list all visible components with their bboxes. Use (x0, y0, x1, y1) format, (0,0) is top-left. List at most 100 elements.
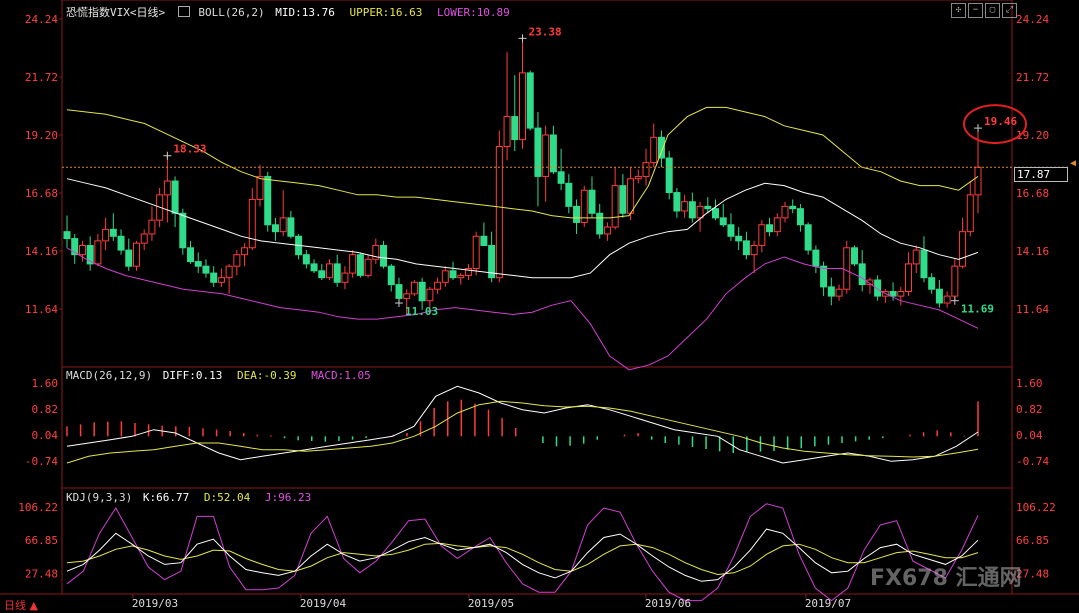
candle-body (395, 284, 403, 299)
candle (364, 254, 372, 278)
candle-body (542, 134, 550, 177)
candle-body (256, 175, 264, 200)
boll-mid-line (66, 178, 979, 279)
candle-body (472, 235, 480, 269)
candle (881, 289, 889, 304)
date-tick-label: 2019/07 (805, 597, 851, 610)
price-y-tick-right: 14.16 (1016, 245, 1049, 258)
candle (796, 204, 804, 232)
candle-body (233, 254, 241, 267)
price-annotation: 18.33 (173, 143, 206, 156)
candle-body (279, 217, 287, 233)
candle-body (850, 247, 858, 265)
date-tick-label: 2019/04 (300, 597, 347, 610)
period-selector[interactable]: 日线 ▲ (4, 597, 38, 613)
candle-body (225, 265, 233, 279)
candle (488, 231, 496, 283)
candle-body (766, 224, 774, 233)
candle (789, 199, 797, 214)
candle-body (912, 249, 920, 265)
candle (356, 252, 364, 278)
candle-body (673, 192, 681, 212)
candle (727, 213, 735, 241)
candle (781, 201, 789, 223)
candle-body (928, 277, 936, 290)
candle-body (588, 189, 596, 214)
candle (318, 263, 326, 280)
macd-y-tick-left: 0.04 (32, 429, 59, 442)
candle-body (187, 247, 195, 263)
candle-body (163, 180, 171, 196)
kdj-y-tick-right: 106.22 (1016, 501, 1056, 514)
candle (241, 243, 249, 267)
candle (503, 52, 511, 161)
candle-body (526, 72, 534, 129)
candle-body (634, 175, 642, 180)
boll-icon[interactable] (177, 6, 190, 17)
candle-body (325, 263, 333, 279)
kdj-panel-header: KDJ(9,3,3) K:66.77 D:52.04 J:96.23 (66, 491, 321, 504)
candle (187, 240, 195, 264)
candle-body (773, 217, 781, 233)
candle-body (109, 228, 117, 237)
candle (773, 213, 781, 237)
candle (804, 222, 812, 255)
candle-body (248, 198, 256, 249)
candle (850, 245, 858, 267)
boll-upper: UPPER:16.63 (349, 6, 423, 19)
candle (557, 148, 565, 191)
macd-y-tick-left: 0.82 (32, 403, 59, 416)
candle (596, 204, 604, 239)
move-icon[interactable]: ✣ (951, 3, 966, 18)
candle (410, 280, 418, 297)
candle (766, 217, 774, 237)
watermark-text: FX678 汇通网 (870, 566, 1022, 591)
candle (619, 174, 627, 218)
candle (132, 240, 140, 271)
candle-body (495, 146, 503, 279)
candle-body (959, 231, 967, 267)
maximize-icon[interactable]: ⤢ (1002, 3, 1017, 18)
candle-body (688, 201, 696, 219)
candle (387, 263, 395, 292)
date-tick-label: 2019/06 (645, 597, 691, 610)
kdj-y-tick-right: 66.85 (1016, 534, 1049, 547)
candle (519, 38, 526, 149)
candle (634, 169, 642, 184)
restore-icon[interactable]: ▢ (985, 3, 1000, 18)
candle (534, 111, 542, 207)
candle (140, 229, 148, 251)
candle-body (210, 272, 218, 283)
candle-body (94, 240, 102, 265)
candle-body (426, 288, 434, 302)
candle (163, 155, 171, 223)
candle (333, 254, 341, 287)
kdj-j: J:96.23 (264, 491, 312, 504)
price-y-tick-left: 11.64 (25, 303, 58, 316)
candle (750, 240, 758, 274)
candle-body (596, 212, 604, 235)
candle (86, 236, 94, 271)
price-annotation: 19.46 (984, 115, 1017, 128)
macd-diff: DIFF:0.13 (162, 369, 223, 382)
candle-body (812, 249, 820, 267)
candle (248, 187, 256, 251)
candle-body (974, 166, 982, 196)
macd-dea: DEA:-0.39 (236, 369, 297, 382)
current-price-marker (1070, 160, 1076, 167)
minus-icon[interactable]: − (968, 3, 983, 18)
candle (951, 259, 959, 301)
candle-body (820, 265, 828, 288)
candle (287, 210, 295, 239)
candle-body (310, 263, 318, 272)
candle (650, 123, 658, 168)
price-y-tick-right: 16.68 (1016, 187, 1049, 200)
candle (897, 286, 905, 306)
candle (310, 259, 318, 274)
kdj-k-line (66, 528, 979, 582)
macd-diff-line (66, 385, 979, 464)
candle (920, 236, 928, 283)
candle (271, 217, 279, 241)
kdj-y-tick-left: 66.85 (25, 534, 58, 547)
kdj-name: KDJ(9,3,3) (66, 491, 133, 504)
